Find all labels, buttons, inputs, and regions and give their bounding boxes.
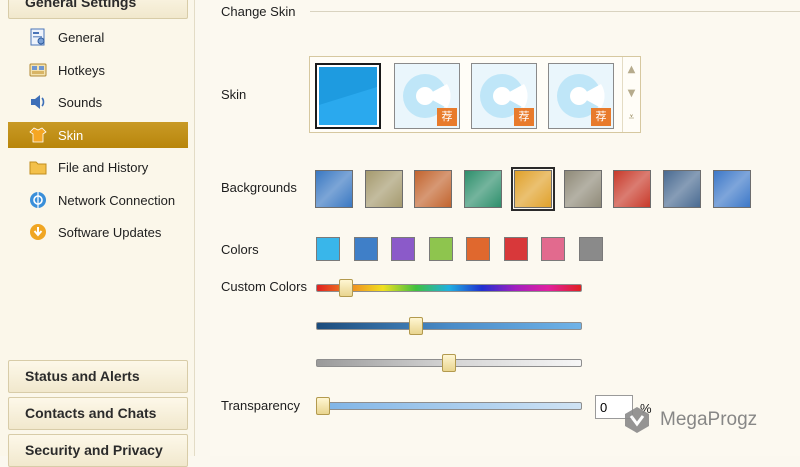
update-icon bbox=[28, 222, 48, 242]
scroll-up-icon[interactable]: ▲ bbox=[623, 57, 640, 81]
skin-thumb[interactable]: 荐 bbox=[471, 63, 537, 129]
group-general-settings[interactable]: General Settings bbox=[8, 0, 188, 19]
color-chip[interactable] bbox=[541, 237, 565, 261]
group-status-alerts[interactable]: Status and Alerts bbox=[8, 360, 188, 393]
settings-page-icon bbox=[28, 27, 48, 47]
color-chip[interactable] bbox=[353, 237, 378, 261]
saturation-slider[interactable] bbox=[316, 322, 582, 330]
sidebar-item-label: Hotkeys bbox=[58, 62, 105, 78]
shirt-icon bbox=[28, 125, 48, 145]
watermark-text: MegaProgz bbox=[660, 409, 758, 430]
sidebar-item-label: Sounds bbox=[58, 94, 103, 110]
skin-label: Skin bbox=[221, 87, 247, 102]
color-chip[interactable] bbox=[466, 237, 490, 261]
color-chip[interactable] bbox=[428, 237, 453, 261]
scroll-down-icon[interactable]: ▼ bbox=[623, 81, 640, 105]
expand-more-icon[interactable]: ⩡ bbox=[623, 105, 640, 129]
sidebar-item-hotkeys[interactable]: Hotkeys bbox=[8, 57, 188, 83]
sidebar-item-file-history[interactable]: File and History bbox=[8, 154, 188, 180]
skin-settings-panel: Change Skin Skin 荐 荐 荐 ▲ ▼ ⩡ Backgrounds… bbox=[210, 0, 800, 456]
color-chip[interactable] bbox=[578, 237, 603, 261]
speaker-icon bbox=[28, 92, 48, 112]
settings-sidebar: General Settings General Hotkeys Sounds … bbox=[0, 0, 195, 467]
skin-thumb[interactable]: 荐 bbox=[394, 63, 460, 129]
transparency-slider-thumb[interactable] bbox=[316, 397, 330, 415]
network-icon bbox=[28, 190, 48, 210]
background-tile[interactable] bbox=[662, 170, 701, 208]
transparency-slider[interactable] bbox=[316, 402, 582, 410]
skin-scrollbar[interactable]: ▲ ▼ ⩡ bbox=[622, 57, 640, 132]
background-tile[interactable] bbox=[464, 170, 503, 208]
background-tile[interactable] bbox=[613, 170, 652, 208]
background-tile[interactable] bbox=[315, 170, 353, 208]
backgrounds-label: Backgrounds bbox=[221, 180, 297, 195]
keyboard-icon bbox=[28, 60, 48, 80]
group-contacts-chats[interactable]: Contacts and Chats bbox=[8, 397, 188, 430]
recommended-badge: 荐 bbox=[591, 108, 611, 126]
group-security-privacy[interactable]: Security and Privacy bbox=[8, 434, 188, 467]
background-tile[interactable] bbox=[414, 170, 453, 208]
skin-gallery: 荐 荐 荐 ▲ ▼ ⩡ bbox=[309, 56, 641, 133]
color-chip[interactable] bbox=[503, 237, 528, 261]
sidebar-item-label: General bbox=[58, 29, 105, 45]
sidebar-item-label: Skin bbox=[58, 127, 84, 143]
custom-colors-label: Custom Colors bbox=[221, 279, 307, 294]
sidebar-item-updates[interactable]: Software Updates bbox=[8, 219, 188, 245]
section-divider bbox=[310, 11, 800, 12]
skin-thumb[interactable]: 荐 bbox=[548, 63, 614, 129]
skin-thumb[interactable] bbox=[315, 63, 381, 129]
sidebar-item-general[interactable]: General bbox=[8, 24, 188, 50]
hue-slider[interactable] bbox=[316, 284, 582, 292]
sidebar-item-skin[interactable]: Skin bbox=[8, 122, 188, 148]
color-chip[interactable] bbox=[391, 237, 415, 261]
background-tile[interactable] bbox=[712, 170, 751, 208]
megaprogz-logo-icon bbox=[625, 407, 649, 433]
sidebar-item-label: File and History bbox=[58, 159, 149, 175]
background-tile[interactable] bbox=[510, 167, 555, 211]
recommended-badge: 荐 bbox=[437, 108, 457, 126]
sidebar-item-network[interactable]: Network Connection bbox=[8, 187, 188, 213]
color-chip[interactable] bbox=[316, 237, 340, 261]
background-tile[interactable] bbox=[364, 170, 403, 208]
sidebar-item-label: Software Updates bbox=[58, 224, 162, 240]
watermark: MegaProgz bbox=[622, 396, 800, 444]
recommended-badge: 荐 bbox=[514, 108, 534, 126]
folder-icon bbox=[28, 157, 48, 177]
sidebar-item-label: Network Connection bbox=[58, 192, 176, 208]
transparency-label: Transparency bbox=[221, 398, 300, 413]
background-tile[interactable] bbox=[563, 170, 602, 208]
saturation-slider-thumb[interactable] bbox=[409, 317, 424, 335]
section-title: Change Skin bbox=[221, 4, 296, 19]
sidebar-item-sounds[interactable]: Sounds bbox=[8, 89, 188, 115]
lightness-slider-thumb[interactable] bbox=[442, 354, 456, 372]
colors-label: Colors bbox=[221, 242, 259, 257]
hue-slider-thumb[interactable] bbox=[338, 279, 353, 297]
